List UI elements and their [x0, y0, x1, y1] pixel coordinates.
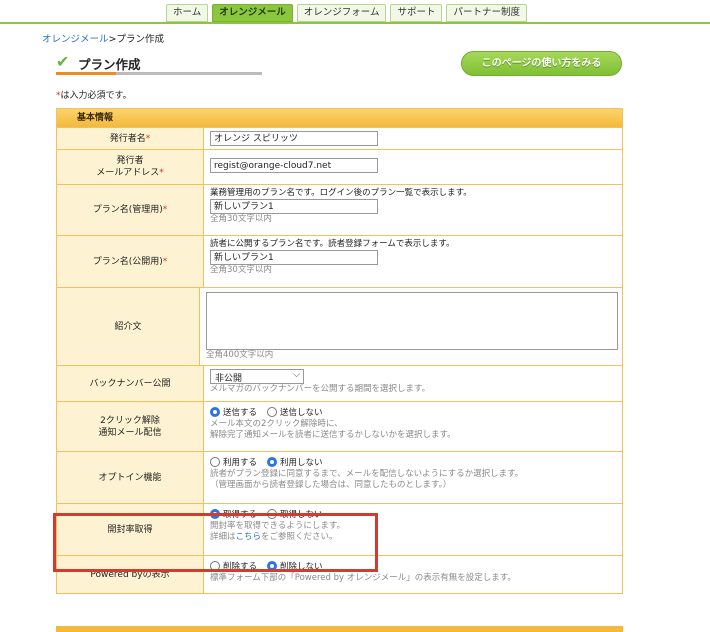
required-star: * — [159, 168, 164, 178]
label-text: 発行者名 — [109, 133, 146, 144]
plan-name-public-hint: 全角30文字以内 — [210, 265, 272, 275]
next-section-header — [56, 626, 623, 632]
radio-label: 利用する — [223, 458, 258, 468]
tab-partner[interactable]: パートナー制度 — [446, 4, 527, 22]
tab-orange-mail[interactable]: オレンジメール — [212, 4, 293, 22]
label-issuer-email: 発行者メールアドレス* — [57, 150, 204, 184]
backnumber-selected: 非公開 — [215, 374, 243, 384]
plan-name-public-desc: 読者に公開するプラン名です。読者登録フォームで表示します。 — [210, 239, 455, 249]
backnumber-note: メルマガのバックナンバーを公開する期間を選択します。 — [210, 384, 431, 394]
top-nav-tabs: ホーム オレンジメール オレンジフォーム サポート パートナー制度 — [166, 4, 527, 22]
optin-radios: 利用する 利用しない — [210, 455, 618, 469]
required-star: * — [145, 133, 151, 144]
label-text: メールアドレス — [96, 168, 160, 178]
label-text: 発行者 — [116, 156, 144, 166]
value-optin: 利用する 利用しない 読者がプラン登録に同意するまで、メールを配信しないようにす… — [204, 452, 622, 503]
label-plan-name-public: プラン名(公開用) * — [57, 236, 204, 287]
label-text: 2クリック解除 — [100, 415, 160, 426]
value-backnumber: 非公開 ⌵ メルマガのバックナンバーを公開する期間を選択します。 — [204, 366, 622, 401]
radio-label: 利用しない — [280, 458, 323, 468]
radio-label: 送信しない — [280, 408, 323, 418]
label-text: プラン名(管理用) — [92, 205, 163, 215]
value-intro: 全角400文字以内 — [200, 288, 622, 365]
plan-name-public-input[interactable]: 新しいプラン1 — [210, 250, 378, 265]
label-plan-name-admin: プラン名(管理用) * — [57, 185, 204, 235]
value-issuer-name: オレンジ スピリッツ — [204, 128, 622, 149]
required-star: * — [162, 256, 168, 267]
radio-button-icon[interactable] — [267, 457, 278, 467]
row-plan-name-public: プラン名(公開用) * 読者に公開するプラン名です。読者登録フォームで表示します。… — [57, 235, 622, 287]
value-issuer-email: regist@orange-cloud7.net — [204, 150, 622, 184]
optin-note-2: （管理画面から読者登録した場合は、同意したものとします。） — [210, 480, 452, 490]
radio-optin-use[interactable]: 利用する — [210, 456, 257, 468]
nav-divider — [0, 22, 710, 24]
howto-button[interactable]: このページの使い方をみる — [461, 51, 622, 76]
check-icon: ✔ — [56, 52, 70, 71]
value-plan-name-admin: 業務管理用のプラン名です。ログイン後のプラン一覧で表示します。 新しいプラン1 … — [204, 185, 622, 235]
title-underline — [56, 72, 262, 75]
radio-label: 送信する — [223, 408, 258, 418]
value-two-click: 送信する 送信しない メール本文の2クリック解除時に、 解除完了通知メールを読者… — [204, 402, 622, 451]
plan-name-admin-input[interactable]: 新しいプラン1 — [210, 199, 378, 214]
two-click-note-2: 解除完了通知メールを読者に送信するかしないかを選択します。 — [210, 430, 456, 440]
radio-button-icon[interactable] — [267, 407, 278, 417]
breadcrumb-current: プラン作成 — [116, 34, 164, 45]
label-text: 通知メール配信 — [98, 427, 162, 438]
breadcrumb: オレンジメール>プラン作成 — [42, 31, 164, 45]
plan-name-admin-hint: 全角30文字以内 — [210, 214, 272, 224]
label-text: プラン名(公開用) — [92, 256, 163, 267]
tab-support[interactable]: サポート — [390, 4, 443, 22]
row-optin: オプトイン機能 利用する 利用しない 読者がプラン登録に同意するまで、メールを配… — [57, 451, 622, 503]
optin-note-1: 読者がプラン登録に同意するまで、メールを配信しないようにするか選択します。 — [210, 469, 524, 479]
radio-optin-nouse[interactable]: 利用しない — [267, 456, 323, 468]
powered-by-note: 標準フォーム下部の「Powered by オレンジメール」の表示有無を設定します… — [210, 573, 516, 583]
tab-home[interactable]: ホーム — [166, 4, 209, 22]
radio-two-click-send[interactable]: 送信する — [210, 406, 257, 418]
tab-orange-form[interactable]: オレンジフォーム — [296, 4, 387, 22]
required-star: * — [162, 205, 168, 215]
row-plan-name-admin: プラン名(管理用) * 業務管理用のプラン名です。ログイン後のプラン一覧で表示しま… — [57, 184, 622, 235]
radio-two-click-nosend[interactable]: 送信しない — [267, 406, 323, 418]
two-click-note-1: メール本文の2クリック解除時に、 — [210, 419, 343, 429]
label-optin: オプトイン機能 — [57, 452, 204, 503]
page-title: プラン作成 — [78, 57, 141, 72]
intro-textarea[interactable] — [206, 292, 618, 350]
required-note: *は入力必須です。 — [56, 88, 132, 101]
required-note-text: は入力必須です。 — [60, 91, 132, 101]
row-intro: 紹介文 全角400文字以内 — [57, 287, 622, 365]
issuer-email-input[interactable]: regist@orange-cloud7.net — [210, 158, 378, 173]
intro-hint: 全角400文字以内 — [206, 350, 274, 360]
value-plan-name-public: 読者に公開するプラン名です。読者登録フォームで表示します。 新しいプラン1 全角… — [204, 236, 622, 287]
radio-button-icon[interactable] — [210, 407, 220, 417]
label-intro: 紹介文 — [57, 288, 200, 365]
row-two-click: 2クリック解除 通知メール配信 送信する 送信しない メール本文の2クリック解除時… — [57, 401, 622, 451]
issuer-name-input[interactable]: オレンジ スピリッツ — [210, 131, 378, 146]
page-title-block: ✔ プラン作成 — [56, 52, 262, 75]
backnumber-select[interactable]: 非公開 ⌵ — [210, 369, 304, 384]
label-backnumber: バックナンバー公開 — [57, 366, 204, 401]
chevron-down-icon: ⌵ — [293, 370, 300, 380]
row-backnumber: バックナンバー公開 非公開 ⌵ メルマガのバックナンバーを公開する期間を選択します… — [57, 365, 622, 401]
plan-name-admin-desc: 業務管理用のプラン名です。ログイン後のプラン一覧で表示します。 — [210, 188, 472, 198]
radio-button-icon[interactable] — [210, 457, 220, 467]
label-two-click: 2クリック解除 通知メール配信 — [57, 402, 204, 451]
two-click-radios: 送信する 送信しない — [210, 405, 618, 419]
row-issuer-email: 発行者メールアドレス* regist@orange-cloud7.net — [57, 149, 622, 184]
row-issuer-name: 発行者名 * オレンジ スピリッツ — [57, 127, 622, 149]
highlight-box — [53, 513, 378, 572]
section-basic-info: 基本情報 — [57, 109, 622, 127]
label-issuer-name: 発行者名 * — [57, 128, 204, 149]
breadcrumb-link-orange-mail[interactable]: オレンジメール — [42, 34, 109, 45]
